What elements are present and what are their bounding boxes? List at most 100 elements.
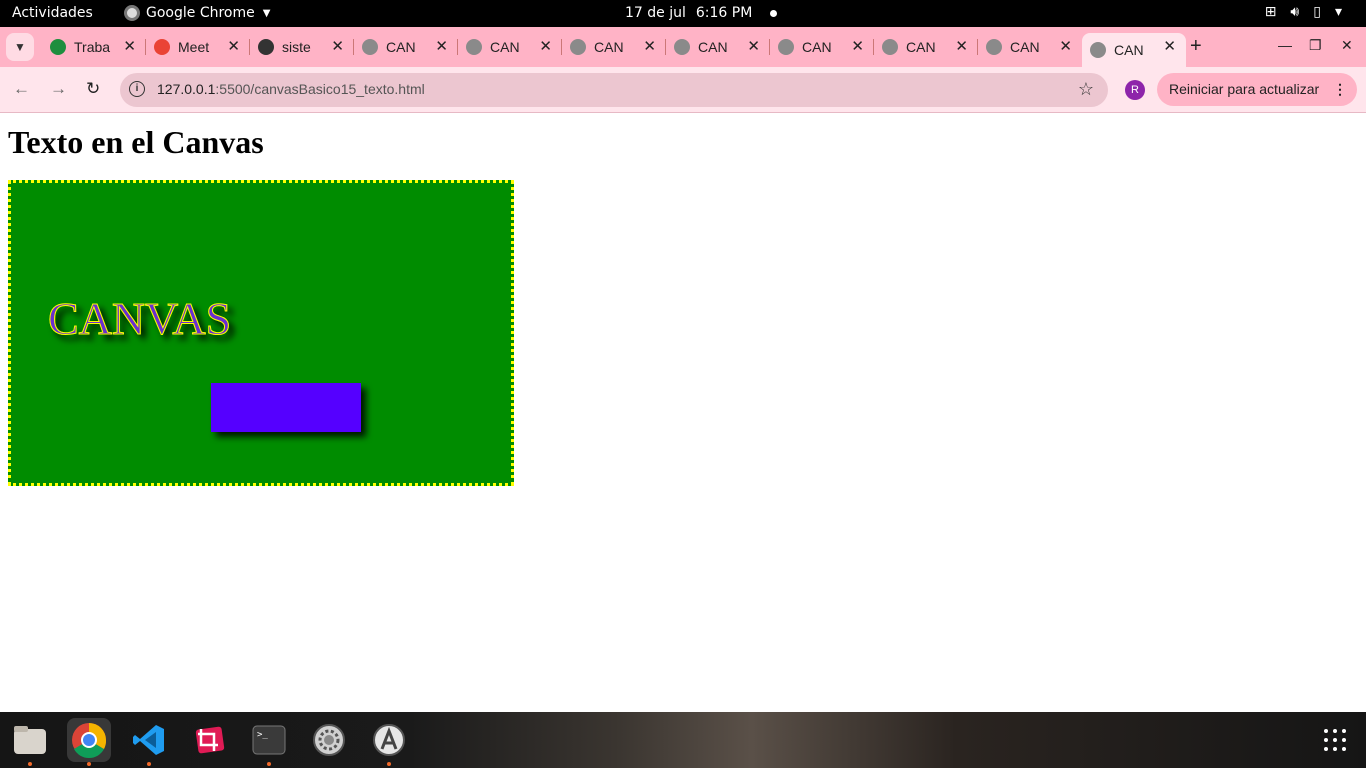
canvas-text: CANVAS — [48, 293, 231, 344]
forward-button[interactable]: → — [50, 79, 67, 99]
browser-tab[interactable]: CAN ✕ — [978, 33, 1082, 61]
tab-label: CAN — [386, 39, 416, 55]
more-menu-icon[interactable]: ⋮ — [1333, 73, 1347, 106]
dock-screenshot[interactable] — [187, 718, 231, 762]
browser-tab[interactable]: CAN ✕ — [874, 33, 978, 61]
profile-avatar[interactable]: R — [1125, 80, 1145, 100]
favicon-icon — [778, 39, 794, 55]
tab-label: CAN — [1114, 42, 1144, 58]
favicon-icon — [466, 39, 482, 55]
date-label: 17 de jul — [625, 5, 686, 21]
browser-tab[interactable]: Meet ✕ — [146, 33, 250, 61]
close-window-button[interactable]: ✕ — [1341, 37, 1353, 54]
browser-tab[interactable]: CAN ✕ — [458, 33, 562, 61]
dock-terminal[interactable]: >_ — [247, 718, 291, 766]
running-indicator — [28, 762, 32, 766]
browser-tab[interactable]: siste ✕ — [250, 33, 354, 61]
close-tab-icon[interactable]: ✕ — [123, 37, 136, 55]
browser-tab[interactable]: CAN ✕ — [1082, 33, 1186, 67]
activities-button[interactable]: Actividades — [12, 5, 93, 21]
chrome-icon — [124, 5, 140, 21]
close-tab-icon[interactable]: ✕ — [331, 37, 344, 55]
settings-icon — [313, 724, 345, 756]
notification-dot-icon — [770, 9, 778, 17]
browser-tab[interactable]: CAN ✕ — [770, 33, 874, 61]
browser-tab[interactable]: CAN ✕ — [354, 33, 458, 61]
network-icon: ⊞ — [1264, 4, 1277, 20]
terminal-icon: >_ — [252, 725, 286, 755]
close-tab-icon[interactable]: ✕ — [435, 37, 448, 55]
system-top-bar: Actividades Google Chrome ▼ 17 de jul 6:… — [0, 0, 1366, 27]
running-indicator — [387, 762, 391, 766]
close-tab-icon[interactable]: ✕ — [227, 37, 240, 55]
tab-label: Traba — [74, 39, 111, 55]
tab-label: CAN — [802, 39, 832, 55]
favicon-icon — [570, 39, 586, 55]
caret-down-icon: ▼ — [262, 7, 271, 19]
address-bar[interactable]: i 127.0.0.1:5500/canvasBasico15_texto.ht… — [120, 73, 1108, 107]
minimize-button[interactable]: — — [1278, 37, 1292, 53]
chevron-down-icon: ▼ — [14, 40, 26, 54]
close-tab-icon[interactable]: ✕ — [747, 37, 760, 55]
system-menu[interactable]: ⊞ 🔊︎ ▯ ▾ — [1265, 4, 1342, 20]
close-tab-icon[interactable]: ✕ — [1163, 37, 1176, 55]
app-menu[interactable]: Google Chrome ▼ — [124, 5, 270, 21]
new-tab-button[interactable]: + — [1190, 35, 1202, 58]
volume-icon: 🔊︎ — [1290, 4, 1300, 20]
show-applications-button[interactable] — [1324, 729, 1346, 751]
bookmark-star-icon[interactable]: ☆ — [1078, 79, 1094, 100]
dock-chrome[interactable] — [67, 718, 111, 766]
canvas-drawing: CANVAS — [48, 293, 361, 432]
browser-tab[interactable]: Traba ✕ — [42, 33, 146, 61]
dock-software[interactable] — [367, 718, 411, 766]
favicon-icon — [674, 39, 690, 55]
time-label: 6:16 PM — [695, 5, 753, 21]
tab-label: CAN — [490, 39, 520, 55]
app-name: Google Chrome — [146, 5, 255, 21]
canvas: CANVAS — [8, 180, 514, 486]
url-text[interactable]: 127.0.0.1:5500/canvasBasico15_texto.html — [157, 81, 425, 97]
favicon-icon — [154, 39, 170, 55]
close-tab-icon[interactable]: ✕ — [955, 37, 968, 55]
chevron-down-icon: ▾ — [1334, 4, 1342, 20]
tab-label: Meet — [178, 39, 210, 55]
dock-files[interactable] — [8, 718, 52, 766]
canvas-rectangle — [211, 383, 361, 432]
tab-label: CAN — [698, 39, 728, 55]
reload-button[interactable]: ↻ — [86, 79, 100, 99]
favicon-icon — [50, 39, 66, 55]
close-tab-icon[interactable]: ✕ — [643, 37, 656, 55]
dock-settings[interactable] — [307, 718, 351, 762]
running-indicator — [87, 762, 91, 766]
favicon-icon — [362, 39, 378, 55]
favicon-icon — [986, 39, 1002, 55]
favicon-icon — [1090, 42, 1106, 58]
clock[interactable]: 17 de jul 6:16 PM — [625, 5, 778, 21]
favicon-icon — [258, 39, 274, 55]
info-icon[interactable]: i — [129, 81, 145, 97]
web-page: Texto en el Canvas CANVAS — [0, 114, 1366, 712]
dock-vscode[interactable] — [127, 718, 171, 766]
vscode-icon — [133, 725, 164, 755]
back-button[interactable]: ← — [13, 79, 30, 99]
browser-tab[interactable]: CAN ✕ — [562, 33, 666, 61]
favicon-icon — [882, 39, 898, 55]
tab-label: CAN — [1010, 39, 1040, 55]
files-icon — [14, 726, 46, 754]
tab-label: CAN — [906, 39, 936, 55]
browser-tab[interactable]: CAN ✕ — [666, 33, 770, 61]
battery-icon: ▯ — [1313, 4, 1321, 20]
update-button-label: Reiniciar para actualizar — [1169, 81, 1320, 97]
page-title: Texto en el Canvas — [8, 124, 264, 160]
update-button[interactable]: Reiniciar para actualizar ⋮ — [1157, 73, 1357, 106]
url-host: 127.0.0.1 — [157, 81, 216, 97]
chrome-icon — [72, 723, 107, 758]
running-indicator — [267, 762, 271, 766]
software-icon — [373, 724, 405, 756]
tab-label: CAN — [594, 39, 624, 55]
restore-button[interactable]: ❐ — [1309, 37, 1322, 54]
tab-search-button[interactable]: ▼ — [6, 33, 34, 61]
close-tab-icon[interactable]: ✕ — [1059, 37, 1072, 55]
close-tab-icon[interactable]: ✕ — [851, 37, 864, 55]
close-tab-icon[interactable]: ✕ — [539, 37, 552, 55]
